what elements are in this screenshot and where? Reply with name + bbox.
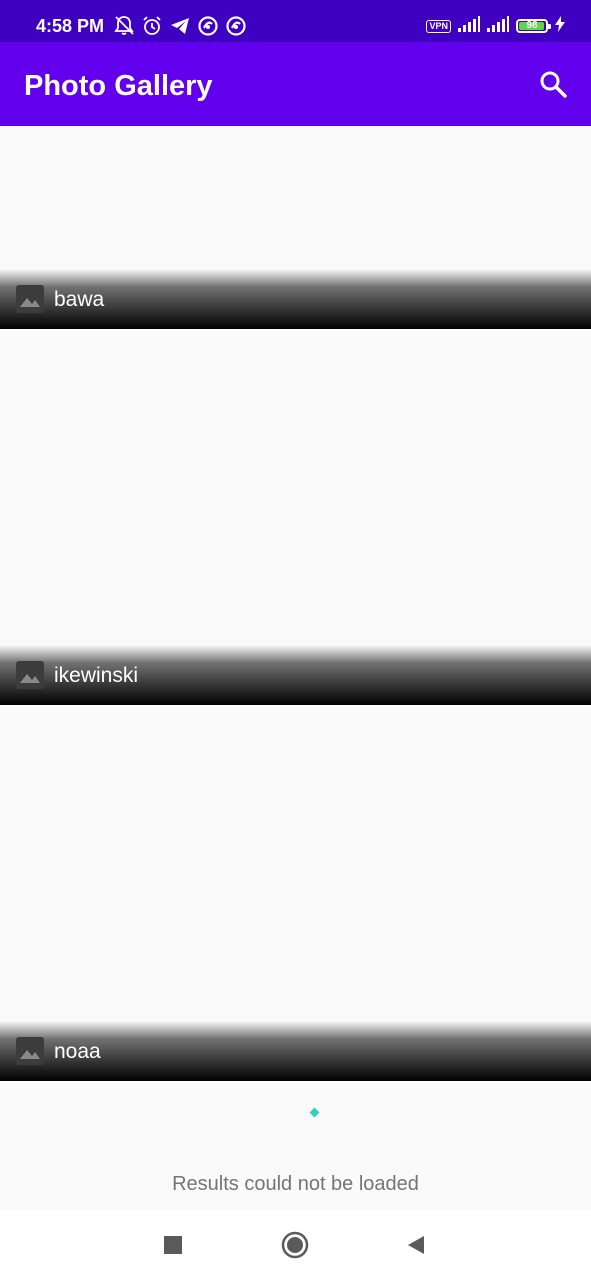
loading-indicator: [309, 1107, 320, 1118]
status-notification-icons: [113, 14, 247, 38]
app-bar: Photo Gallery: [0, 42, 591, 126]
photo-owner: bawa: [54, 288, 105, 311]
battery-icon: 98: [516, 19, 551, 33]
photo-item[interactable]: ikewinski: [0, 331, 591, 707]
signal-icon: [487, 15, 509, 37]
back-button[interactable]: [398, 1227, 434, 1263]
status-time: 4:58 PM: [36, 16, 105, 36]
battery-cap: [548, 24, 551, 29]
bell-off-icon: [113, 14, 135, 38]
image-icon: [16, 1037, 44, 1065]
photo-list[interactable]: bawa ikewinski noaa: [0, 126, 591, 1083]
photo-caption: ikewinski: [0, 645, 591, 705]
search-icon: [540, 71, 567, 98]
image-icon: [16, 285, 44, 313]
app-icon: [225, 14, 247, 38]
telegram-icon: [169, 14, 191, 38]
photo-caption: bawa: [0, 269, 591, 329]
search-button[interactable]: [531, 62, 575, 106]
home-circle-icon: [281, 1231, 309, 1259]
page-title: Photo Gallery: [24, 70, 213, 102]
photo-item[interactable]: noaa: [0, 707, 591, 1083]
charging-icon: [555, 15, 565, 37]
recents-square-icon: [164, 1236, 182, 1254]
home-button[interactable]: [277, 1227, 313, 1263]
image-icon: [16, 661, 44, 689]
navigation-bar: [0, 1210, 591, 1280]
alarm-icon: [141, 14, 163, 38]
error-message: Results could not be loaded: [172, 1173, 419, 1195]
photo-item[interactable]: bawa: [0, 126, 591, 331]
signal-icon: [458, 15, 480, 37]
photo-caption: noaa: [0, 1021, 591, 1081]
back-triangle-icon: [408, 1236, 424, 1254]
vpn-badge: VPN: [426, 19, 451, 33]
recents-button[interactable]: [155, 1227, 191, 1263]
photo-owner: ikewinski: [54, 664, 139, 687]
status-system-icons: VPN 98: [426, 15, 565, 37]
status-bar: 4:58 PM VPN 98: [0, 0, 591, 42]
photo-owner: noaa: [54, 1040, 101, 1063]
battery-level: 98: [526, 20, 538, 31]
loading-footer: Results could not be loaded: [0, 1084, 591, 1210]
app-icon: [197, 14, 219, 38]
